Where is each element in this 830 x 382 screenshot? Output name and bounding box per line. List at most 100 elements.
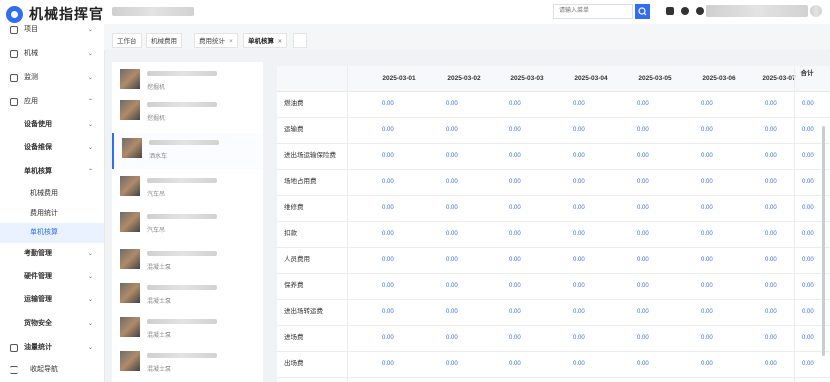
amount-cell[interactable]: 0.00: [446, 221, 458, 247]
amount-cell[interactable]: 0.00: [701, 247, 713, 273]
total-cell[interactable]: 0.00: [802, 143, 814, 169]
list-item[interactable]: 汽车吊: [112, 171, 263, 207]
amount-cell[interactable]: 0.00: [637, 351, 649, 377]
amount-cell[interactable]: 0.00: [573, 247, 585, 273]
amount-cell[interactable]: 0.00: [573, 143, 585, 169]
amount-cell[interactable]: 0.00: [509, 247, 521, 273]
tab-workbench[interactable]: 工作台: [112, 33, 142, 48]
amount-cell[interactable]: 0.00: [765, 195, 777, 221]
table-scrollbar[interactable]: [822, 126, 825, 356]
amount-cell[interactable]: 0.00: [701, 91, 713, 117]
bell-icon[interactable]: [666, 7, 674, 15]
amount-cell[interactable]: 0.00: [509, 91, 521, 117]
amount-cell[interactable]: 0.00: [573, 117, 585, 143]
amount-cell[interactable]: 0.00: [701, 221, 713, 247]
amount-cell[interactable]: 0.00: [765, 117, 777, 143]
amount-cell[interactable]: 0.00: [573, 351, 585, 377]
app-logo[interactable]: 机械指挥官: [6, 4, 104, 24]
total-cell[interactable]: 0.00: [802, 351, 814, 377]
amount-cell[interactable]: 0.00: [382, 325, 394, 351]
list-item[interactable]: 混凝土泵: [112, 278, 263, 314]
total-cell[interactable]: 0.00: [802, 169, 814, 195]
amount-cell[interactable]: 0.00: [637, 143, 649, 169]
amount-cell[interactable]: 0.00: [382, 117, 394, 143]
amount-cell[interactable]: 0.00: [382, 195, 394, 221]
amount-cell[interactable]: 0.00: [637, 117, 649, 143]
amount-cell[interactable]: 0.00: [382, 351, 394, 377]
amount-cell[interactable]: 0.00: [637, 299, 649, 325]
list-item[interactable]: 混凝土泵: [112, 346, 263, 382]
amount-cell[interactable]: 0.00: [765, 169, 777, 195]
search-button[interactable]: [635, 4, 650, 19]
sidebar-item-equipment-use[interactable]: 设备使用 ⌄: [0, 115, 104, 135]
amount-cell[interactable]: 0.00: [701, 143, 713, 169]
amount-cell[interactable]: 0.00: [765, 351, 777, 377]
amount-cell[interactable]: 0.00: [765, 143, 777, 169]
amount-cell[interactable]: 0.00: [637, 169, 649, 195]
cloud-icon[interactable]: [681, 7, 689, 15]
list-item[interactable]: 汽车吊: [112, 207, 263, 243]
amount-cell[interactable]: 0.00: [701, 195, 713, 221]
amount-cell[interactable]: 0.00: [509, 351, 521, 377]
amount-cell[interactable]: 0.00: [637, 325, 649, 351]
amount-cell[interactable]: 0.00: [446, 351, 458, 377]
menu-search-input[interactable]: [553, 4, 633, 19]
amount-cell[interactable]: 0.00: [509, 273, 521, 299]
sidebar-item-single-accounting-group[interactable]: 单机核算 ⌃: [0, 162, 104, 182]
amount-cell[interactable]: 0.00: [637, 247, 649, 273]
close-icon[interactable]: ×: [229, 38, 233, 45]
amount-cell[interactable]: 0.00: [765, 299, 777, 325]
list-item[interactable]: 混凝土泵: [112, 244, 263, 280]
amount-cell[interactable]: 0.00: [701, 351, 713, 377]
amount-cell[interactable]: 0.00: [382, 299, 394, 325]
amount-cell[interactable]: 0.00: [765, 325, 777, 351]
tab-cost-stats[interactable]: 费用统计 ×: [194, 33, 238, 48]
amount-cell[interactable]: 0.00: [765, 221, 777, 247]
amount-cell[interactable]: 0.00: [382, 169, 394, 195]
amount-cell[interactable]: 0.00: [573, 91, 585, 117]
total-cell[interactable]: 0.00: [802, 299, 814, 325]
amount-cell[interactable]: 0.00: [701, 273, 713, 299]
amount-cell[interactable]: 0.00: [701, 169, 713, 195]
sidebar-item-project[interactable]: 项目 ⌄: [0, 24, 104, 40]
amount-cell[interactable]: 0.00: [701, 299, 713, 325]
amount-cell[interactable]: 0.00: [509, 299, 521, 325]
tab-machinery-cost[interactable]: 机械费用: [146, 33, 182, 48]
sidebar-item-fuel-stats[interactable]: 油量统计 ⌄: [0, 338, 104, 358]
sidebar-item-attendance[interactable]: 考勤管理 ⌄: [0, 244, 104, 264]
amount-cell[interactable]: 0.00: [765, 247, 777, 273]
amount-cell[interactable]: 0.00: [509, 169, 521, 195]
total-cell[interactable]: 0.00: [802, 91, 814, 117]
sidebar-item-cargo-safety[interactable]: 货物安全 ⌄: [0, 314, 104, 334]
amount-cell[interactable]: 0.00: [573, 273, 585, 299]
total-cell[interactable]: 0.00: [802, 247, 814, 273]
sidebar-item-hardware[interactable]: 硬件管理 ⌄: [0, 267, 104, 287]
amount-cell[interactable]: 0.00: [382, 247, 394, 273]
total-cell[interactable]: 0.00: [802, 117, 814, 143]
amount-cell[interactable]: 0.00: [446, 117, 458, 143]
list-item[interactable]: 混凝土泵: [112, 312, 263, 348]
amount-cell[interactable]: 0.00: [765, 91, 777, 117]
total-cell[interactable]: 0.00: [802, 273, 814, 299]
list-item-selected[interactable]: 洒水车: [112, 133, 263, 169]
total-cell[interactable]: 0.00: [802, 195, 814, 221]
sidebar-item-apps[interactable]: 应用 ⌃: [0, 92, 104, 112]
amount-cell[interactable]: 0.00: [446, 247, 458, 273]
amount-cell[interactable]: 0.00: [573, 195, 585, 221]
amount-cell[interactable]: 0.00: [637, 91, 649, 117]
amount-cell[interactable]: 0.00: [509, 143, 521, 169]
tab-single-accounting[interactable]: 单机核算 ×: [243, 33, 287, 48]
total-cell[interactable]: 0.00: [802, 221, 814, 247]
sidebar-item-cost-stats[interactable]: 费用统计: [0, 204, 104, 224]
total-cell[interactable]: 0.00: [802, 325, 814, 351]
close-icon[interactable]: ×: [278, 38, 282, 45]
amount-cell[interactable]: 0.00: [446, 169, 458, 195]
tab-blank[interactable]: [293, 33, 307, 48]
amount-cell[interactable]: 0.00: [446, 195, 458, 221]
amount-cell[interactable]: 0.00: [382, 143, 394, 169]
amount-cell[interactable]: 0.00: [509, 195, 521, 221]
amount-cell[interactable]: 0.00: [637, 195, 649, 221]
amount-cell[interactable]: 0.00: [509, 221, 521, 247]
sidebar-item-single-accounting[interactable]: 单机核算: [0, 223, 104, 243]
amount-cell[interactable]: 0.00: [446, 299, 458, 325]
